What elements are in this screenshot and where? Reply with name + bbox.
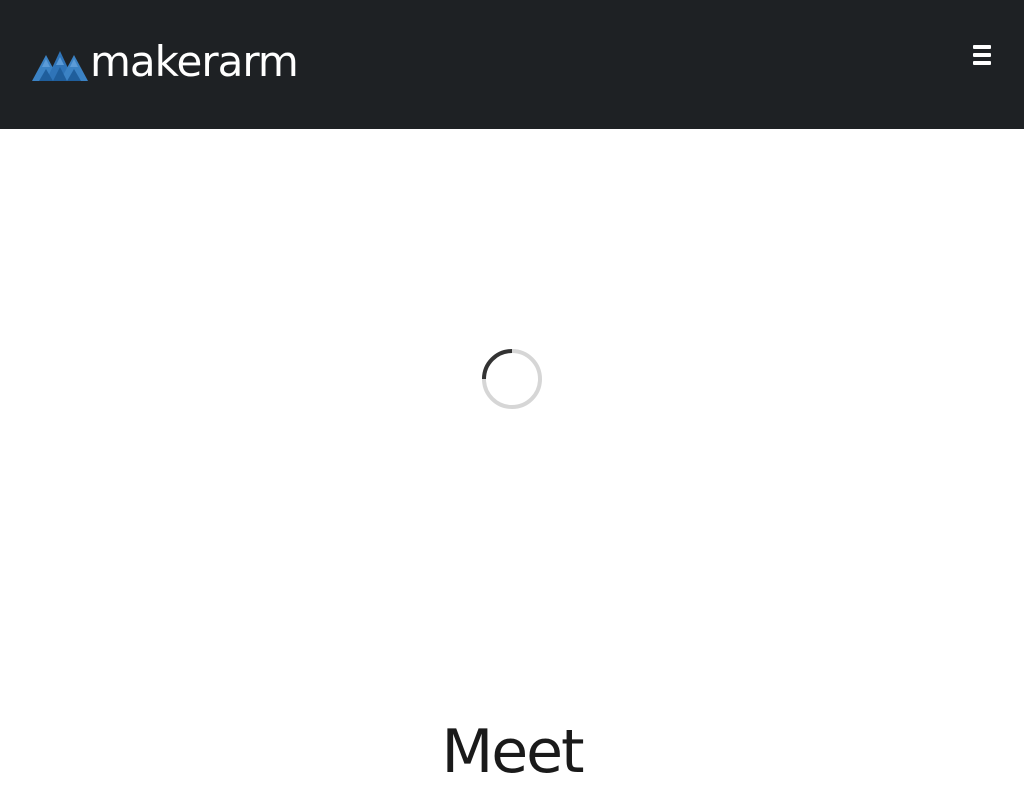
menu-bar	[973, 45, 991, 49]
logo-wordmark: makerarm	[90, 37, 299, 86]
hero-headline: Meet	[441, 717, 584, 787]
mountain-triangles-icon	[32, 51, 88, 81]
hamburger-menu-icon[interactable]	[970, 44, 994, 66]
site-header: makerarm	[0, 0, 1024, 129]
loading-spinner-icon	[482, 349, 542, 409]
logo-link[interactable]: makerarm	[32, 37, 299, 86]
menu-bar	[973, 53, 991, 57]
menu-bar	[973, 61, 991, 65]
